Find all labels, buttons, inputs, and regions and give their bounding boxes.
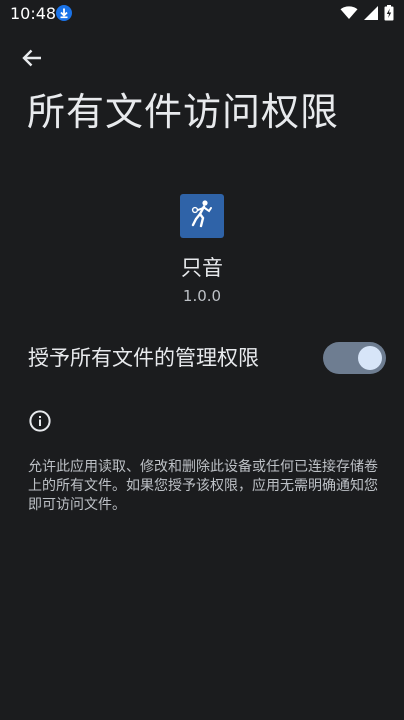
app-version: 1.0.0 [182, 287, 222, 305]
app-icon [180, 194, 224, 238]
status-icons [340, 5, 394, 21]
all-files-access-toggle-row[interactable]: 授予所有文件的管理权限 [0, 330, 404, 386]
signal-icon [364, 6, 378, 20]
permission-label: 授予所有文件的管理权限 [28, 346, 259, 370]
info-icon [28, 409, 52, 433]
all-files-access-switch[interactable] [323, 342, 386, 374]
status-bar: 10:48 [0, 0, 404, 28]
status-time: 10:48 [10, 4, 57, 23]
toggle-thumb [358, 346, 382, 370]
back-arrow-icon [22, 49, 42, 71]
permission-description: 允许此应用读取、修改和删除此设备或任何已连接存储卷上的所有文件。如果您授予该权限… [28, 459, 378, 513]
back-button[interactable] [14, 44, 50, 76]
page-title: 所有文件访问权限 [27, 90, 340, 134]
app-name: 只音 [181, 256, 223, 280]
download-icon [56, 5, 72, 21]
battery-charging-icon [384, 5, 394, 21]
wifi-icon [340, 6, 358, 20]
basketball-player-icon [188, 199, 216, 233]
